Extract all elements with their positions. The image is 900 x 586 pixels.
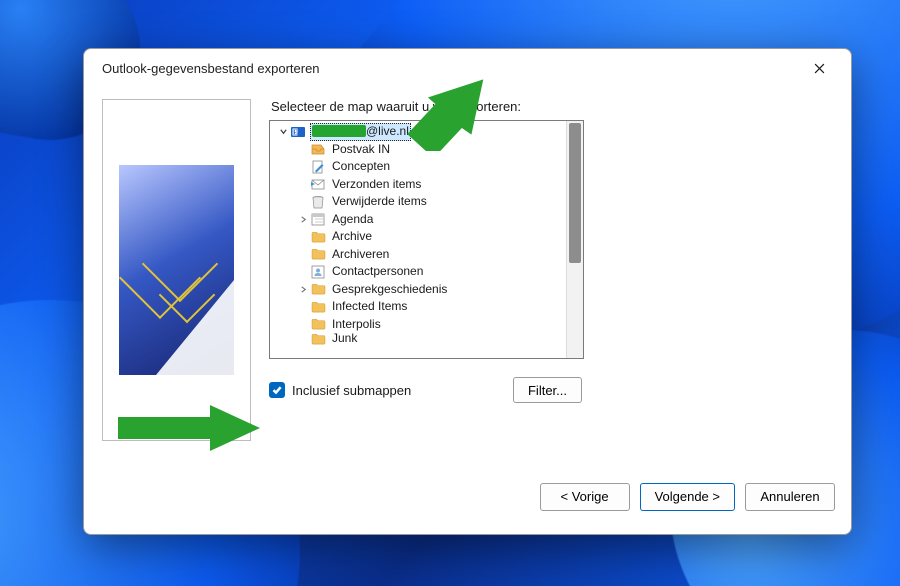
contacts-icon xyxy=(310,264,326,280)
tree-item-label: Infected Items xyxy=(330,298,409,316)
include-subfolders-checkbox[interactable]: Inclusief submappen xyxy=(269,382,411,398)
close-icon xyxy=(814,63,825,74)
tree-item-label: Concepten xyxy=(330,158,392,176)
tree-item[interactable]: Junk xyxy=(270,333,583,345)
titlebar: Outlook-gegevensbestand exporteren xyxy=(84,49,851,87)
tree-item-label: Agenda xyxy=(330,211,375,229)
include-subfolders-label: Inclusief submappen xyxy=(292,383,411,398)
tree-item[interactable]: E @live.nl xyxy=(270,123,583,141)
folder-icon xyxy=(310,246,326,262)
chevron-right-icon[interactable] xyxy=(296,285,310,294)
tree-item[interactable]: Gesprekgeschiedenis xyxy=(270,281,583,299)
tree-item[interactable]: Concepten xyxy=(270,158,583,176)
back-button[interactable]: < Vorige xyxy=(540,483,630,511)
svg-text:E: E xyxy=(293,128,298,136)
folder-icon xyxy=(310,316,326,332)
tree-scrollbar[interactable] xyxy=(566,121,583,358)
prompt-label: Selecteer de map waaruit u wilt exporter… xyxy=(271,99,833,114)
next-button[interactable]: Volgende > xyxy=(640,483,735,511)
tree-item[interactable]: Verwijderde items xyxy=(270,193,583,211)
checkbox-icon xyxy=(269,382,285,398)
tree-item[interactable]: Infected Items xyxy=(270,298,583,316)
chevron-right-icon[interactable] xyxy=(296,215,310,224)
sent-icon xyxy=(310,176,326,192)
tree-item-label: Archive xyxy=(330,228,374,246)
tree-item-label: Contactpersonen xyxy=(330,263,425,281)
folder-tree[interactable]: E @live.nlPostvak INConceptenVerzonden it… xyxy=(269,120,584,359)
dialog-footer: < Vorige Volgende > Annuleren xyxy=(84,469,851,534)
dialog-title: Outlook-gegevensbestand exporteren xyxy=(102,61,320,76)
calendar-icon xyxy=(310,211,326,227)
scrollbar-thumb[interactable] xyxy=(569,123,581,263)
tree-item[interactable]: Agenda xyxy=(270,211,583,229)
tree-item[interactable]: Postvak IN xyxy=(270,141,583,159)
tree-item[interactable]: Contactpersonen xyxy=(270,263,583,281)
tree-item-label: Verzonden items xyxy=(330,176,423,194)
tree-item[interactable]: Archive xyxy=(270,228,583,246)
tree-item-label: Gesprekgeschiedenis xyxy=(330,281,449,299)
filter-button[interactable]: Filter... xyxy=(513,377,582,403)
tree-item-label: Archiveren xyxy=(330,246,391,264)
folder-icon xyxy=(310,331,326,347)
folder-icon xyxy=(310,281,326,297)
outlook-root-icon: E xyxy=(290,124,306,140)
cancel-button[interactable]: Annuleren xyxy=(745,483,835,511)
tree-item[interactable]: Verzonden items xyxy=(270,176,583,194)
hero-image xyxy=(119,165,234,375)
tree-item-label: Junk xyxy=(330,330,359,348)
folder-icon xyxy=(310,299,326,315)
drafts-icon xyxy=(310,159,326,175)
hero-image-frame xyxy=(102,99,251,441)
tree-item-label: Verwijderde items xyxy=(330,193,429,211)
tree-item-label: Postvak IN xyxy=(330,141,392,159)
chevron-down-icon[interactable] xyxy=(276,127,290,136)
inbox-icon xyxy=(310,141,326,157)
tree-item-label: @live.nl xyxy=(310,123,411,141)
close-button[interactable] xyxy=(797,53,841,83)
trash-icon xyxy=(310,194,326,210)
tree-item[interactable]: Archiveren xyxy=(270,246,583,264)
folder-icon xyxy=(310,229,326,245)
export-dialog: Outlook-gegevensbestand exporteren Selec… xyxy=(83,48,852,535)
